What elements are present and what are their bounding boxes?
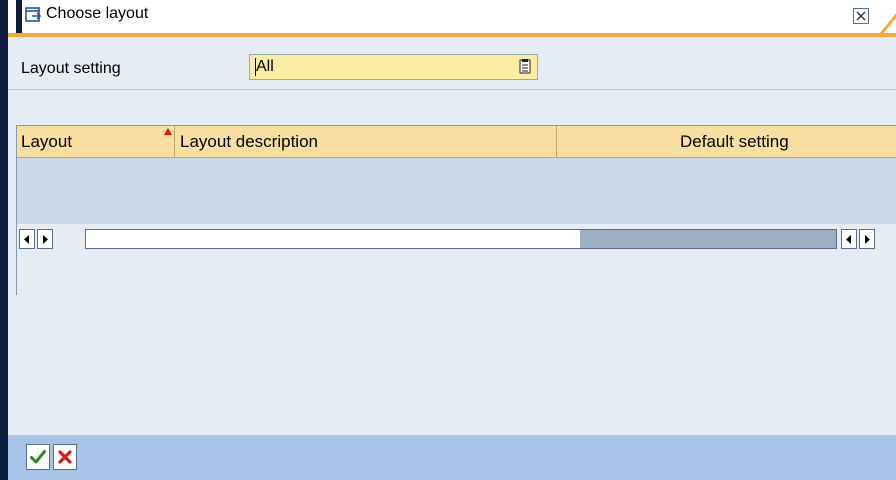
dialog-footer-toolbar xyxy=(8,435,896,480)
arrow-right-icon xyxy=(43,235,48,244)
close-button[interactable] xyxy=(853,8,869,24)
sort-indicator-icon xyxy=(164,128,172,135)
column-header-label: Layout description xyxy=(180,132,318,151)
dialog-title: Choose layout xyxy=(46,5,149,22)
scroll-left-button-right[interactable] xyxy=(841,229,857,249)
column-header-layout[interactable]: Layout xyxy=(17,126,175,157)
scroll-track[interactable] xyxy=(85,229,837,249)
title-bar: Choose layout xyxy=(8,0,896,40)
arrow-left-icon xyxy=(24,235,29,244)
table-bottom-area xyxy=(17,254,896,296)
cancel-x-icon xyxy=(58,450,72,464)
column-header-default-setting[interactable]: Default setting xyxy=(557,126,896,157)
table-body-empty xyxy=(17,158,896,224)
layout-setting-label: Layout setting xyxy=(21,60,121,77)
section-divider xyxy=(8,89,896,90)
window-left-frame xyxy=(0,0,8,480)
arrow-left-icon xyxy=(846,235,851,244)
layout-setting-field[interactable]: All xyxy=(249,54,538,80)
scroll-thumb[interactable] xyxy=(580,230,836,248)
layout-table: Layout Layout description Default settin… xyxy=(16,125,896,296)
column-header-layout-description[interactable]: Layout description xyxy=(175,126,557,157)
choose-layout-icon xyxy=(25,6,43,24)
title-accent xyxy=(16,0,22,33)
arrow-right-icon xyxy=(865,235,870,244)
scroll-right-button-right[interactable] xyxy=(859,229,875,249)
dialog-body: Layout setting All Layout Layout descrip… xyxy=(8,37,896,435)
dropdown-help-icon[interactable] xyxy=(519,59,531,74)
column-header-label: Default setting xyxy=(680,132,789,151)
close-icon xyxy=(856,11,866,21)
checkmark-icon xyxy=(30,450,46,464)
scroll-left-button[interactable] xyxy=(19,229,35,249)
scroll-right-button[interactable] xyxy=(37,229,53,249)
horizontal-scrollbar xyxy=(17,224,896,254)
column-header-label: Layout xyxy=(21,132,73,151)
choose-layout-dialog: Choose layout Layout setting All Layout … xyxy=(0,0,896,480)
confirm-button[interactable] xyxy=(26,444,50,470)
table-header: Layout Layout description Default settin… xyxy=(17,126,896,158)
cancel-button[interactable] xyxy=(53,444,77,470)
layout-setting-value: All xyxy=(256,58,274,75)
